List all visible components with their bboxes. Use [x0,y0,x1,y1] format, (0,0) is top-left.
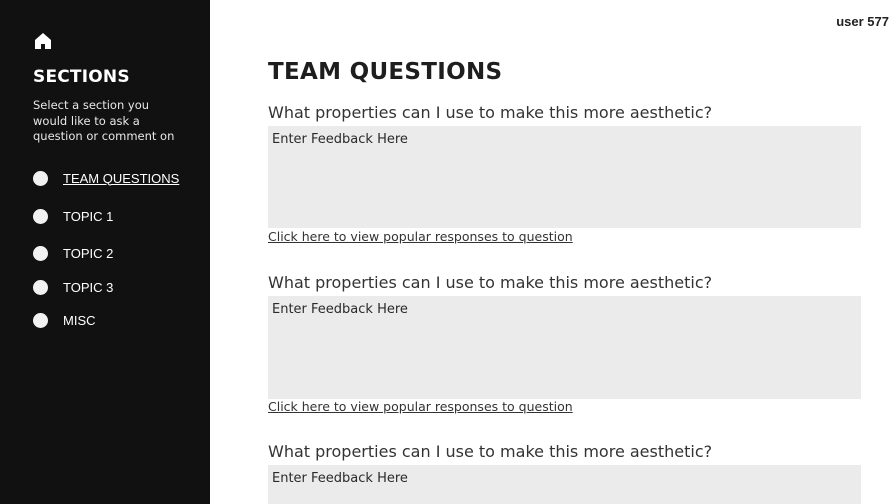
sidebar-item-label: TOPIC 1 [63,208,114,224]
sidebar-item-label: TEAM QUESTIONS [63,170,180,186]
sections-description: Select a section you would like to ask a… [33,98,175,143]
sidebar-item-team-questions[interactable]: TEAM QUESTIONS [33,169,179,187]
question-text: What properties can I use to make this m… [268,442,713,461]
sidebar-item-label: MISC [63,312,96,328]
popular-responses-link[interactable]: Click here to view popular responses to … [268,229,573,244]
radio-dot-icon [33,170,48,186]
feedback-input[interactable] [268,465,861,504]
sidebar-item-topic-1[interactable]: TOPIC 1 [33,207,113,225]
radio-dot-icon [33,279,48,295]
sidebar-item-topic-3[interactable]: TOPIC 3 [33,278,113,296]
home-icon[interactable] [34,32,52,50]
sidebar-item-topic-2[interactable]: TOPIC 2 [33,244,113,262]
popular-responses-link[interactable]: Click here to view popular responses to … [268,399,573,414]
feedback-input[interactable] [268,296,861,399]
page-title: TEAM QUESTIONS [268,59,503,85]
radio-dot-icon [33,208,48,224]
question-text: What properties can I use to make this m… [268,103,713,122]
radio-dot-icon [33,245,48,261]
user-label[interactable]: user 577 [836,14,889,29]
sections-title: SECTIONS [33,67,130,87]
radio-dot-icon [33,312,48,328]
sidebar-item-label: TOPIC 3 [63,279,114,295]
feedback-input[interactable] [268,126,861,228]
sidebar: SECTIONS Select a section you would like… [0,0,210,504]
question-text: What properties can I use to make this m… [268,273,713,292]
sidebar-item-misc[interactable]: MISC [33,311,96,329]
sidebar-item-label: TOPIC 2 [63,245,114,261]
